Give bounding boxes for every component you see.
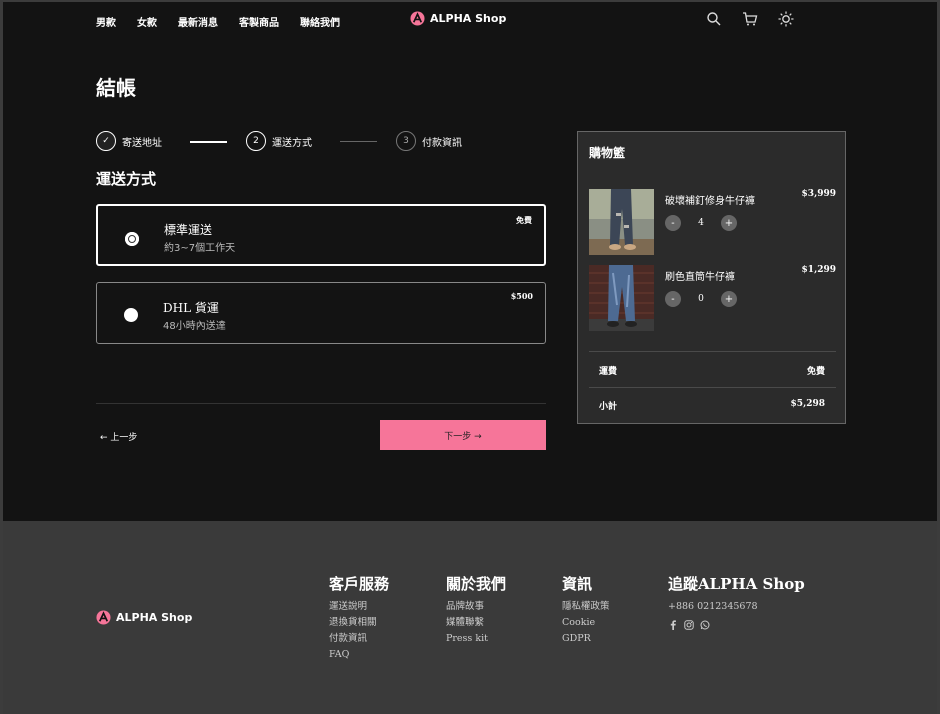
nav-contact[interactable]: 聯絡我們: [300, 14, 340, 29]
footer-col-service: 客戶服務 運送說明 退換貨相關 付款資訊 FAQ: [329, 573, 389, 663]
product-price: $1,299: [801, 265, 836, 275]
subtotal-label: 小計: [599, 402, 618, 412]
footer-link[interactable]: 品牌故事: [446, 599, 506, 615]
product-name: 刷色直筒牛仔褲: [665, 272, 735, 283]
form-divider: [96, 403, 546, 404]
step-connector: [190, 141, 227, 143]
cart-title: 購物籃: [589, 146, 626, 160]
nav-women[interactable]: 女款: [137, 14, 157, 29]
subtotal-value: $5,298: [790, 399, 825, 409]
step-connector: [340, 141, 377, 142]
shipping-label: 運費: [599, 367, 618, 377]
quantity-stepper: - 0 +: [665, 291, 737, 307]
increase-button[interactable]: +: [721, 215, 737, 231]
increase-button[interactable]: +: [721, 291, 737, 307]
step-number: 2: [246, 131, 266, 151]
cart-item: 刷色直筒牛仔褲 $1,299 - 0 +: [589, 265, 836, 331]
step-check-icon: ✓: [96, 131, 116, 151]
sun-icon[interactable]: [778, 11, 794, 27]
footer-col-follow: 追蹤ALPHA Shop +886 0212345678: [668, 573, 805, 630]
section-title: 運送方式: [96, 170, 157, 188]
footer-brand-name: ALPHA Shop: [116, 611, 193, 624]
decrease-button[interactable]: -: [665, 215, 681, 231]
logo-mark-icon: [96, 610, 111, 625]
shipping-row: 運費 免費: [599, 364, 825, 377]
footer-link[interactable]: 運送說明: [329, 599, 389, 615]
product-name: 破壞補釘修身牛仔褲: [665, 196, 755, 207]
footer: ALPHA Shop 客戶服務 運送說明 退換貨相關 付款資訊 FAQ 關於我們…: [3, 521, 937, 714]
decrease-button[interactable]: -: [665, 291, 681, 307]
brand-name: ALPHA Shop: [430, 12, 507, 25]
product-image: [589, 265, 654, 331]
option-desc: 48小時內送達: [163, 321, 226, 332]
quantity-value: 4: [698, 218, 704, 228]
header-logo[interactable]: ALPHA Shop: [410, 11, 506, 26]
shipping-option-standard[interactable]: 標準運送 約3~7個工作天 免費: [96, 204, 546, 266]
footer-col-about: 關於我們 品牌故事 媒體聯繫 Press kit: [446, 573, 506, 647]
footer-col-title: 資訊: [562, 575, 593, 593]
footer-link[interactable]: Press kit: [446, 631, 506, 647]
footer-col-info: 資訊 隱私權政策 Cookie GDPR: [562, 573, 610, 647]
step-payment: 3 付款資訊: [396, 131, 462, 151]
prev-step-button[interactable]: ← 上一步: [100, 430, 137, 443]
shipping-option-dhl[interactable]: DHL 貨運 48小時內送達 $500: [96, 282, 546, 344]
cart-item: 破壞補釘修身牛仔褲 $3,999 - 4 +: [589, 189, 836, 255]
footer-col-title: 關於我們: [446, 575, 507, 593]
logo-mark-icon: [410, 11, 425, 26]
footer-link[interactable]: 隱私權政策: [562, 599, 610, 615]
cart-divider: [589, 351, 836, 352]
quantity-stepper: - 4 +: [665, 215, 737, 231]
product-image: [589, 189, 654, 255]
option-price: $500: [510, 291, 533, 301]
page-title: 結帳: [96, 76, 136, 100]
product-price: $3,999: [801, 189, 836, 199]
cart-panel: 購物籃 破壞補釘修身牛仔褲 $3,999 - 4 + 刷色直筒牛仔褲 $1,29…: [577, 131, 846, 424]
whatsapp-icon[interactable]: [700, 620, 710, 630]
header-actions: [706, 11, 794, 27]
footer-phone: +886 0212345678: [668, 601, 758, 612]
search-icon[interactable]: [706, 11, 722, 27]
footer-link[interactable]: 退換貨相關: [329, 615, 389, 631]
footer-col-title: 客戶服務: [329, 575, 390, 593]
cart-icon[interactable]: [742, 11, 758, 27]
instagram-icon[interactable]: [684, 620, 694, 630]
subtotal-row: 小計 $5,298: [599, 399, 825, 412]
nav-custom[interactable]: 客製商品: [239, 14, 279, 29]
footer-link[interactable]: 媒體聯繫: [446, 615, 506, 631]
shipping-value: 免費: [806, 367, 825, 377]
facebook-icon[interactable]: [668, 620, 678, 630]
nav-men[interactable]: 男款: [96, 14, 116, 29]
option-name: 標準運送: [164, 223, 213, 237]
footer-col-title: 追蹤ALPHA Shop: [668, 575, 805, 593]
cart-divider: [589, 387, 836, 388]
next-step-button[interactable]: 下一步 →: [380, 420, 546, 450]
footer-link[interactable]: 付款資訊: [329, 631, 389, 647]
nav-news[interactable]: 最新消息: [178, 14, 218, 29]
option-desc: 約3~7個工作天: [164, 243, 236, 254]
main-nav: 男款 女款 最新消息 客製商品 聯絡我們: [96, 14, 340, 29]
footer-link[interactable]: GDPR: [562, 631, 610, 647]
social-links: [668, 620, 805, 630]
option-name: DHL 貨運: [163, 301, 219, 315]
step-label: 運送方式: [272, 137, 312, 149]
footer-logo[interactable]: ALPHA Shop: [96, 610, 192, 625]
quantity-value: 0: [698, 294, 704, 304]
footer-link[interactable]: Cookie: [562, 615, 610, 631]
footer-link[interactable]: FAQ: [329, 647, 389, 663]
step-number: 3: [396, 131, 416, 151]
step-shipping: 2 運送方式: [246, 131, 312, 151]
step-address: ✓ 寄送地址: [96, 131, 162, 151]
step-label: 寄送地址: [122, 137, 162, 149]
radio-selected[interactable]: [125, 232, 139, 246]
step-label: 付款資訊: [422, 137, 462, 149]
option-price: 免費: [516, 215, 532, 225]
radio-unselected[interactable]: [124, 308, 138, 322]
